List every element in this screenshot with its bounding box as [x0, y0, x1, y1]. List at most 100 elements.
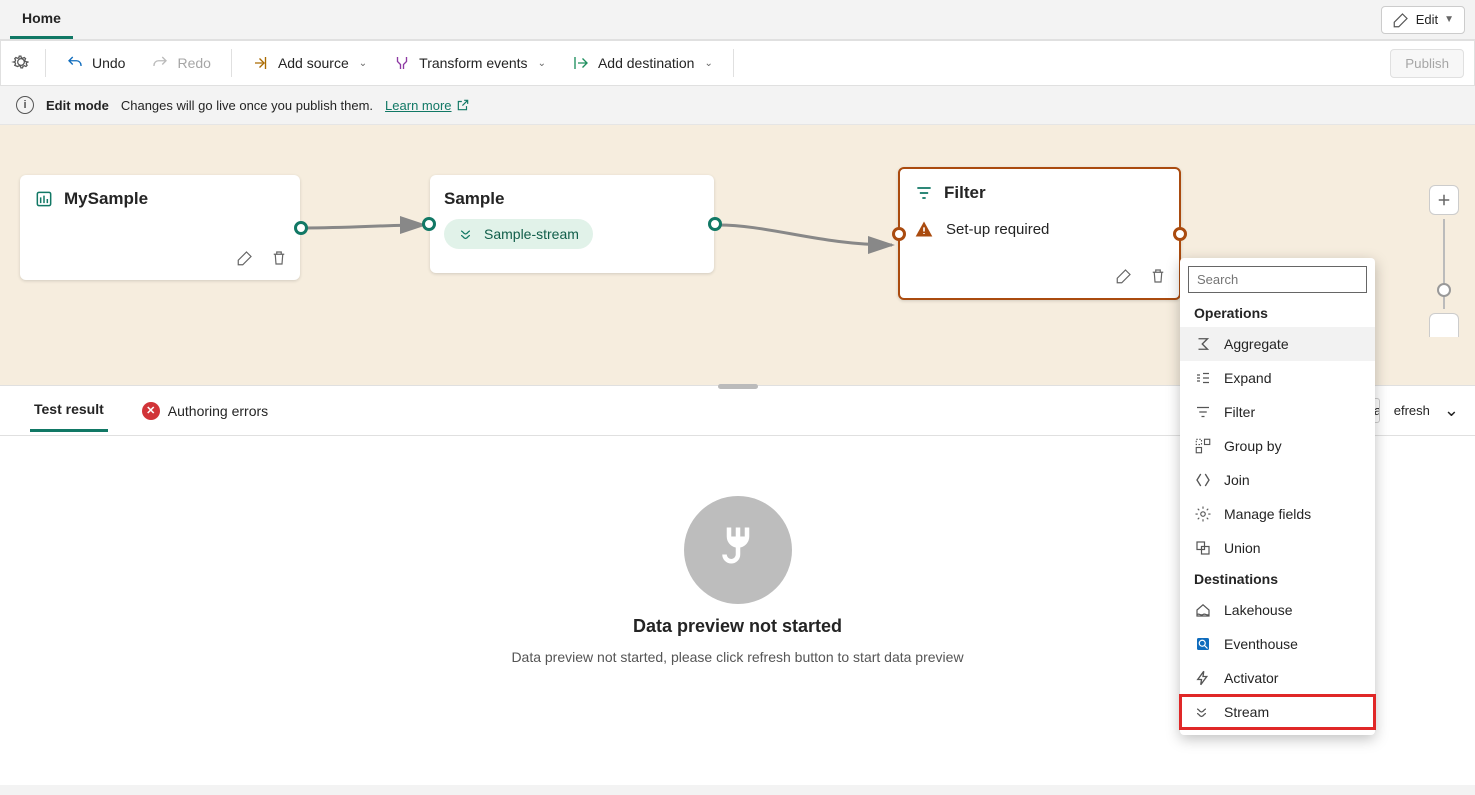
- refresh-label: efresh: [1394, 403, 1430, 418]
- trash-icon: [1149, 267, 1167, 285]
- add-source-label: Add source: [278, 55, 349, 71]
- zoom-out-button[interactable]: [1429, 313, 1459, 337]
- chevron-down-icon: ⌄: [359, 58, 367, 69]
- node-status-label: Set-up required: [946, 221, 1049, 238]
- sigma-icon: [1194, 335, 1212, 353]
- activator-icon: [1194, 669, 1212, 687]
- lakehouse-icon: [1194, 601, 1212, 619]
- undo-button[interactable]: Undo: [60, 50, 131, 76]
- operation-node-filter[interactable]: Filter Set-up required: [898, 167, 1181, 300]
- add-menu-dropdown: Operations Aggregate Expand Filter Group…: [1180, 258, 1375, 735]
- input-port[interactable]: [422, 217, 436, 231]
- menu-item-label: Stream: [1224, 704, 1269, 720]
- edit-toggle-label: Edit: [1416, 12, 1438, 27]
- add-destination-icon: [572, 54, 590, 72]
- undo-label: Undo: [92, 55, 125, 71]
- tab-home[interactable]: Home: [10, 0, 73, 39]
- node-title-label: Filter: [944, 183, 986, 203]
- edit-node-button[interactable]: [1111, 263, 1137, 292]
- menu-item-stream[interactable]: Stream: [1180, 695, 1375, 729]
- pencil-icon: [1115, 267, 1133, 285]
- stream-pill[interactable]: Sample-stream: [444, 219, 593, 249]
- trash-icon: [270, 249, 288, 267]
- tab-label: Authoring errors: [168, 403, 268, 419]
- stream-label: Sample-stream: [484, 226, 579, 242]
- database-icon: [34, 189, 54, 209]
- redo-icon: [151, 54, 169, 72]
- menu-item-expand[interactable]: Expand: [1180, 361, 1375, 395]
- delete-node-button[interactable]: [1145, 263, 1171, 292]
- filter-icon: [1194, 403, 1212, 421]
- zoom-in-button[interactable]: [1429, 185, 1459, 215]
- empty-title: Data preview not started: [633, 616, 842, 637]
- add-source-button[interactable]: Add source ⌄: [246, 50, 373, 76]
- transform-icon: [393, 54, 411, 72]
- join-icon: [1194, 471, 1212, 489]
- edit-mode-toggle[interactable]: Edit ▼: [1381, 6, 1465, 34]
- menu-item-aggregate[interactable]: Aggregate: [1180, 327, 1375, 361]
- separator: [45, 49, 46, 77]
- filter-icon: [914, 183, 934, 203]
- menu-item-lakehouse[interactable]: Lakehouse: [1180, 593, 1375, 627]
- menu-item-label: Eventhouse: [1224, 636, 1298, 652]
- dropdown-search-input[interactable]: [1188, 266, 1367, 293]
- edit-node-button[interactable]: [232, 245, 258, 274]
- menu-item-eventhouse[interactable]: Eventhouse: [1180, 627, 1375, 661]
- menu-item-groupby[interactable]: Group by: [1180, 429, 1375, 463]
- transform-button[interactable]: Transform events ⌄: [387, 50, 552, 76]
- caret-down-icon: ▼: [1444, 14, 1454, 25]
- collapse-chevron[interactable]: ⌄: [1444, 400, 1459, 421]
- delete-node-button[interactable]: [266, 245, 292, 274]
- dropdown-section-destinations: Destinations: [1180, 565, 1375, 593]
- transform-label: Transform events: [419, 55, 527, 71]
- plug-icon: [684, 496, 792, 604]
- settings-button[interactable]: [11, 52, 31, 75]
- stream-icon: [1194, 703, 1212, 721]
- stream-icon: [458, 225, 476, 243]
- output-port[interactable]: [708, 217, 722, 231]
- stream-node-sample[interactable]: Sample Sample-stream: [430, 175, 714, 273]
- tab-label: Test result: [34, 401, 104, 417]
- input-port[interactable]: [892, 227, 906, 241]
- learn-more-link[interactable]: Learn more: [385, 98, 469, 113]
- zoom-track[interactable]: [1443, 219, 1445, 309]
- manage-fields-icon: [1194, 505, 1212, 523]
- node-title-label: Sample: [444, 189, 504, 209]
- gear-icon: [11, 52, 31, 72]
- eventhouse-icon: [1194, 635, 1212, 653]
- tab-authoring-errors[interactable]: ✕ Authoring errors: [138, 390, 272, 432]
- chevron-down-icon: ⌄: [704, 58, 712, 69]
- menu-item-join[interactable]: Join: [1180, 463, 1375, 497]
- output-port[interactable]: [1173, 227, 1187, 241]
- redo-label: Redo: [177, 55, 210, 71]
- add-destination-label: Add destination: [598, 55, 695, 71]
- menu-item-label: Group by: [1224, 438, 1282, 454]
- tab-row: Home Edit ▼: [0, 0, 1475, 40]
- pencil-icon: [1392, 11, 1410, 29]
- tab-test-result[interactable]: Test result: [30, 389, 108, 432]
- menu-item-union[interactable]: Union: [1180, 531, 1375, 565]
- add-destination-button[interactable]: Add destination ⌄: [566, 50, 719, 76]
- info-bar: i Edit mode Changes will go live once yo…: [0, 86, 1475, 125]
- info-mode-label: Edit mode: [46, 98, 109, 113]
- expand-icon: [1194, 369, 1212, 387]
- learn-more-label: Learn more: [385, 98, 451, 113]
- separator: [231, 49, 232, 77]
- publish-button: Publish: [1390, 49, 1464, 78]
- menu-item-filter[interactable]: Filter: [1180, 395, 1375, 429]
- zoom-handle[interactable]: [1437, 283, 1451, 297]
- warning-icon: [914, 219, 934, 239]
- output-port[interactable]: [294, 221, 308, 235]
- info-icon: i: [16, 96, 34, 114]
- menu-item-manage-fields[interactable]: Manage fields: [1180, 497, 1375, 531]
- toolbar: Undo Redo Add source ⌄ Transform events …: [0, 40, 1475, 86]
- menu-item-label: Join: [1224, 472, 1250, 488]
- pencil-icon: [236, 249, 254, 267]
- menu-item-label: Manage fields: [1224, 506, 1311, 522]
- menu-item-activator[interactable]: Activator: [1180, 661, 1375, 695]
- source-node-mysample[interactable]: MySample: [20, 175, 300, 280]
- menu-item-label: Aggregate: [1224, 336, 1289, 352]
- info-message: Changes will go live once you publish th…: [121, 98, 373, 113]
- dropdown-section-operations: Operations: [1180, 299, 1375, 327]
- error-icon: ✕: [142, 402, 160, 420]
